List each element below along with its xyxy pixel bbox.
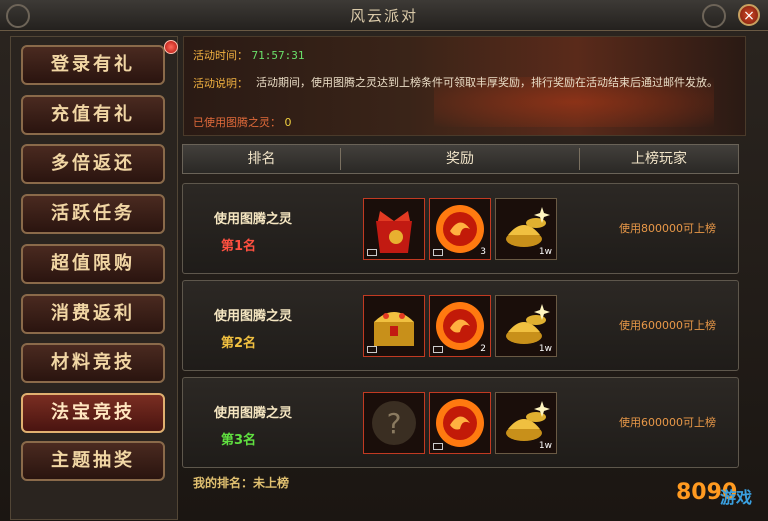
reward-slot-mystery[interactable]: ? [363, 392, 425, 454]
sidebar-item-treasure-contest[interactable]: 法宝竞技 [21, 393, 165, 433]
event-description: 活动期间，使用图腾之灵达到上榜条件可领取丰厚奖励，排行奖励在活动结束后通过邮件发… [256, 76, 718, 89]
rank-label: 第2名 [221, 336, 257, 351]
game-window: 风云派对 × 登录有礼 充值有礼 多倍返还 活跃任务 超值限购 消费返利 材料竞… [0, 0, 768, 521]
row-title: 使用图腾之灵 [213, 309, 292, 324]
reward-slot-gold[interactable]: 1w [495, 392, 557, 454]
sidebar-item-consume-rebate[interactable]: 消费返利 [21, 294, 165, 334]
rank-requirement: 使用600000可上榜 [619, 319, 716, 332]
item-count: 3 [480, 247, 486, 257]
svg-text:?: ? [387, 407, 402, 440]
sidebar-item-theme-lottery[interactable]: 主题抽奖 [21, 441, 165, 481]
mystery-item-icon: ? [372, 401, 416, 445]
row-title: 使用图腾之灵 [213, 406, 292, 421]
my-rank: 我的排名：未上榜 [193, 474, 289, 491]
bound-icon [433, 443, 443, 450]
event-time: 活动时间： 71:57:31 [193, 47, 304, 63]
row-title: 使用图腾之灵 [213, 212, 292, 227]
window-title: 风云派对 [349, 7, 418, 25]
used-count: 已使用图腾之灵： 0 [193, 114, 292, 130]
my-rank-label: 我的排名： [193, 476, 254, 490]
watermark-sub: 游戏 [720, 488, 753, 507]
rank-label: 第3名 [221, 433, 257, 448]
close-button[interactable]: × [738, 4, 760, 26]
ranking-row: 使用图腾之灵 第3名 ? 1w 使用600000可上榜 [182, 377, 739, 468]
sidebar-item-recharge-gift[interactable]: 充值有礼 [21, 95, 165, 135]
sidebar-item-login-gift[interactable]: 登录有礼 [21, 45, 165, 85]
item-count: 1w [538, 247, 552, 257]
sidebar-item-active-tasks[interactable]: 活跃任务 [21, 194, 165, 234]
title-bar: 风云派对 × [0, 0, 768, 31]
sidebar-item-material-contest[interactable]: 材料竞技 [21, 343, 165, 383]
time-label: 活动时间： [193, 49, 248, 62]
reward-slot-gift[interactable] [363, 198, 425, 260]
header-rank: 排名 [247, 151, 276, 167]
rank-requirement: 使用600000可上榜 [619, 416, 716, 429]
item-count: 1w [538, 344, 552, 354]
sidebar-item-multiple-return[interactable]: 多倍返还 [21, 144, 165, 184]
rank-label: 第1名 [221, 239, 257, 254]
countdown-timer: 71:57:31 [251, 49, 305, 62]
reward-slot-orb[interactable]: 2 [429, 295, 491, 357]
used-value: 0 [284, 116, 292, 129]
ornament-icon [702, 4, 726, 28]
reward-slot-gold[interactable]: 1w [495, 295, 557, 357]
used-label: 已使用图腾之灵： [193, 116, 281, 129]
reward-slot-orb[interactable] [429, 392, 491, 454]
reward-slot-orb[interactable]: 3 [429, 198, 491, 260]
event-desc-label: 活动说明： [193, 77, 248, 90]
header-reward: 奖励 [446, 151, 474, 167]
event-banner: 活动时间： 71:57:31 活动说明： 活动期间，使用图腾之灵达到上榜条件可领… [183, 36, 746, 136]
bound-icon [433, 346, 443, 353]
item-count: 1w [538, 441, 552, 451]
ranking-row: 使用图腾之灵 第1名 3 1w 使用800000可上榜 [182, 183, 739, 274]
bound-icon [367, 249, 377, 256]
rank-requirement: 使用800000可上榜 [619, 222, 716, 235]
ranking-table-header: 排名 奖励 上榜玩家 [182, 144, 739, 174]
item-count: 2 [480, 344, 486, 354]
sidebar: 登录有礼 充值有礼 多倍返还 活跃任务 超值限购 消费返利 材料竞技 法宝竞技 … [10, 36, 178, 520]
my-rank-value: 未上榜 [253, 476, 290, 490]
bound-icon [433, 249, 443, 256]
sidebar-item-limited-purchase[interactable]: 超值限购 [21, 244, 165, 284]
reward-slot-chest[interactable] [363, 295, 425, 357]
header-players: 上榜玩家 [631, 151, 687, 167]
bound-icon [367, 346, 377, 353]
reward-slot-gold[interactable]: 1w [495, 198, 557, 260]
site-watermark-logo: 8090 游戏 [676, 480, 766, 518]
ranking-row: 使用图腾之灵 第2名 2 1w 使用600000可上榜 [182, 280, 739, 371]
notification-dot-icon [164, 40, 178, 54]
